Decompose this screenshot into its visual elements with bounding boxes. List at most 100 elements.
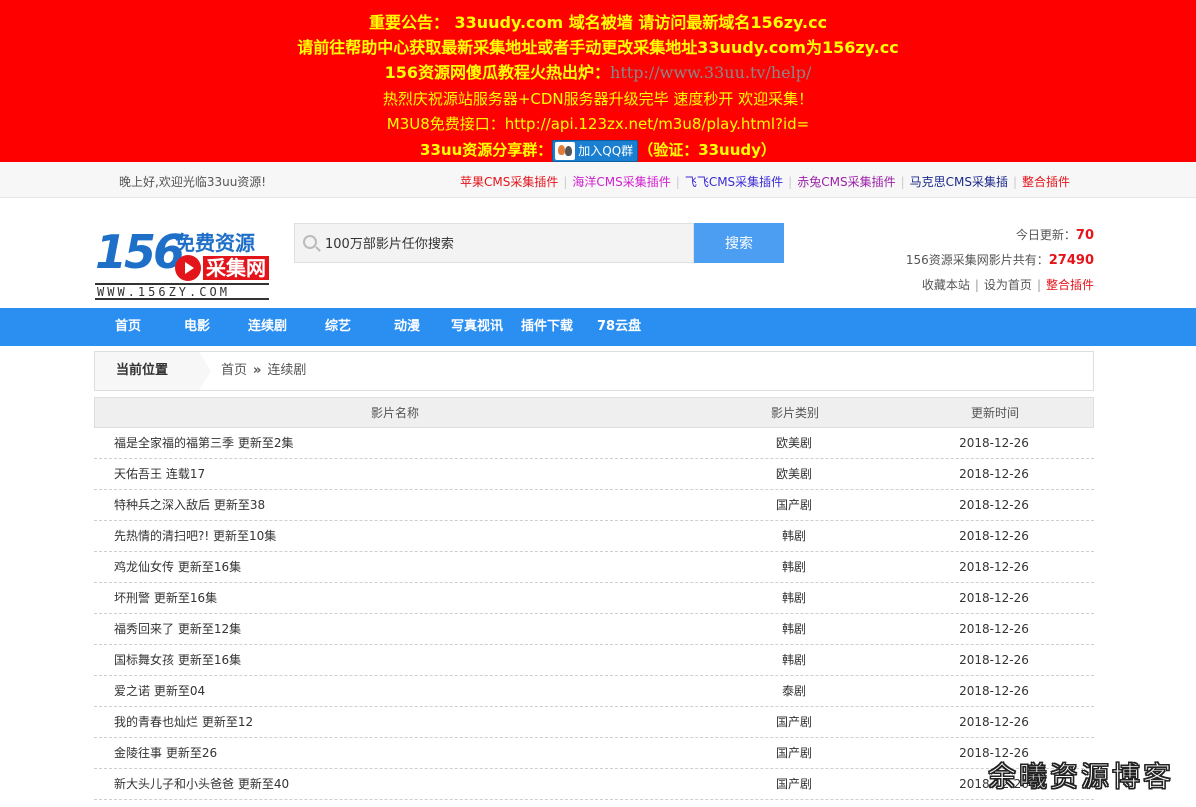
table-row: 特种兵之深入敌后 更新至38 国产剧 2018-12-26 (94, 490, 1094, 521)
notice-line-m3u8-api: M3U8免费接口：http://api.123zx.net/m3u8/play.… (386, 115, 810, 133)
divider: | (788, 175, 793, 189)
divider: | (1036, 278, 1041, 292)
link-maxcms-plugin[interactable]: 马克思CMS采集插 (910, 175, 1008, 189)
video-title-link[interactable]: 爱之诺 更新至04 (114, 684, 205, 698)
video-title-link[interactable]: 福秀回来了 更新至12集 (114, 622, 241, 636)
breadcrumb-arrow (199, 352, 211, 390)
cell-name: 福是全家福的福第三季 更新至2集 (114, 428, 293, 459)
cell-date: 2018-12-26 (959, 622, 1029, 636)
nav-78-cloud[interactable]: 78云盘 (597, 308, 641, 346)
cell-name: 我的青春也灿烂 更新至12 (114, 707, 253, 738)
video-title-link[interactable]: 国标舞女孩 更新至16集 (114, 653, 241, 667)
cell-date: 2018-12-26 (959, 498, 1029, 512)
nav-plugin-download[interactable]: 插件下载 (521, 308, 573, 346)
video-title-link[interactable]: 鸡龙仙女传 更新至16集 (114, 560, 241, 574)
video-title-link[interactable]: 新大头儿子和小头爸爸 更新至40 (114, 777, 289, 791)
cell-category: 泰剧 (781, 684, 806, 698)
table-row: 金陵往事 更新至26 国产剧 2018-12-26 (94, 738, 1094, 769)
search-input[interactable] (325, 233, 685, 255)
cell-date: 2018-12-26 (959, 467, 1029, 481)
tutorial-link[interactable]: http://www.33uu.tv/help/ (610, 63, 811, 82)
play-icon (175, 255, 201, 281)
main-nav: 首页 电影 连续剧 综艺 动漫 写真视讯 插件下载 78云盘 (0, 308, 1196, 346)
breadcrumb-separator: » (253, 363, 262, 378)
nav-movies[interactable]: 电影 (184, 308, 210, 346)
watermark: 余曦资源博客 (987, 760, 1175, 794)
video-title-link[interactable]: 特种兵之深入敌后 更新至38 (114, 498, 265, 512)
breadcrumb-current-label: 当前位置 (95, 352, 199, 390)
search-bar: 搜索 (294, 223, 784, 263)
set-homepage-link[interactable]: 设为首页 (984, 278, 1032, 292)
cell-name: 新大头儿子和小头爸爸 更新至40 (114, 769, 289, 800)
cell-name: 天佑吾王 连载17 (114, 459, 205, 490)
total-videos-label: 156资源采集网影片共有： (905, 253, 1049, 267)
nav-photo-video[interactable]: 写真视讯 (451, 308, 503, 346)
video-title-link[interactable]: 金陵往事 更新至26 (114, 746, 217, 760)
cell-name: 先热情的清扫吧?! 更新至10集 (114, 521, 276, 552)
video-title-link[interactable]: 坏刑警 更新至16集 (114, 591, 217, 605)
breadcrumb-path: 首页 » 连续剧 (221, 352, 306, 390)
cell-date: 2018-12-26 (959, 529, 1029, 543)
nav-home[interactable]: 首页 (115, 308, 141, 346)
logo-subtitle-block: 采集网 (175, 255, 271, 281)
qq-verify-text: （验证：33uudy） (638, 141, 776, 159)
header-category: 影片类别 (770, 406, 819, 420)
link-maccms-plugin[interactable]: 苹果CMS采集插件 (460, 175, 558, 189)
notice-line-server-upgrade: 热烈庆祝源站服务器+CDN服务器升级完毕 速度秒开 欢迎采集！ (382, 90, 814, 108)
breadcrumb-section[interactable]: 连续剧 (267, 363, 306, 378)
link-feifeicms-plugin[interactable]: 飞飞CMS采集插件 (685, 175, 783, 189)
cell-date: 2018-12-26 (959, 715, 1029, 729)
table-body: 福是全家福的福第三季 更新至2集 欧美剧 2018-12-26 天佑吾王 连载17 欧美… (94, 428, 1094, 800)
cell-category: 韩剧 (781, 622, 806, 636)
cell-date: 2018-12-26 (959, 591, 1029, 605)
divider: | (900, 175, 905, 189)
cell-name: 国标舞女孩 更新至16集 (114, 645, 241, 676)
nav-series[interactable]: 连续剧 (248, 308, 287, 346)
cell-category: 韩剧 (781, 591, 806, 605)
breadcrumb: 当前位置 首页 » 连续剧 (94, 351, 1094, 391)
header-name: 影片名称 (370, 406, 419, 420)
logo-subtitle: 采集网 (203, 256, 269, 280)
divider: | (675, 175, 680, 189)
cell-category: 韩剧 (781, 560, 806, 574)
nav-anime[interactable]: 动漫 (394, 308, 420, 346)
cell-category: 国产剧 (775, 498, 812, 512)
site-header: 156 免费资源 采集网 WWW.156ZY.COM 搜索 今日更新：70 15… (0, 199, 1196, 308)
today-updates: 今日更新：70 (906, 227, 1094, 252)
table-row: 福秀回来了 更新至12集 韩剧 2018-12-26 (94, 614, 1094, 645)
header-date: 更新时间 (970, 406, 1019, 420)
breadcrumb-home[interactable]: 首页 (221, 363, 247, 378)
nav-variety[interactable]: 综艺 (325, 308, 351, 346)
join-qq-group-label: 加入QQ群 (578, 143, 634, 158)
announcement-banner: 重要公告： 33uudy.com 域名被墙 请访问最新域名156zy.cc 请前… (0, 0, 1196, 162)
search-icon (303, 235, 317, 249)
top-bar: 晚上好,欢迎光临33uu资源! 苹果CMS采集插件 | 海洋CMS采集插件 | 飞飞CM… (0, 162, 1196, 198)
site-stats: 今日更新：70 156资源采集网影片共有：27490 收藏本站 | 设为首页 | 整合插… (906, 227, 1094, 302)
table-row: 鸡龙仙女传 更新至16集 韩剧 2018-12-26 (94, 552, 1094, 583)
join-qq-group-button[interactable]: 加入QQ群 (552, 139, 639, 162)
link-seacms-plugin[interactable]: 海洋CMS采集插件 (572, 175, 670, 189)
today-updates-value: 70 (1075, 228, 1094, 243)
cell-name: 爱之诺 更新至04 (114, 676, 205, 707)
table-row: 天佑吾王 连载17 欧美剧 2018-12-26 (94, 459, 1094, 490)
plugin-links: 苹果CMS采集插件 | 海洋CMS采集插件 | 飞飞CMS采集插件 | 赤兔CMS采集插件 |… (460, 173, 1070, 190)
logo-url: WWW.156ZY.COM (95, 283, 269, 300)
bookmark-link[interactable]: 收藏本站 (922, 278, 970, 292)
all-plugins-link[interactable]: 整合插件 (1046, 278, 1094, 292)
link-chitucms-plugin[interactable]: 赤兔CMS采集插件 (797, 175, 895, 189)
cell-name: 福秀回来了 更新至12集 (114, 614, 241, 645)
table-row: 爱之诺 更新至04 泰剧 2018-12-26 (94, 676, 1094, 707)
qq-icon (555, 142, 576, 160)
cell-date: 2018-12-26 (959, 653, 1029, 667)
table-row: 国标舞女孩 更新至16集 韩剧 2018-12-26 (94, 645, 1094, 676)
today-updates-label: 今日更新： (1015, 228, 1076, 242)
video-title-link[interactable]: 先热情的清扫吧?! 更新至10集 (114, 529, 276, 543)
search-box (294, 223, 694, 263)
link-all-plugins[interactable]: 整合插件 (1022, 175, 1070, 189)
video-title-link[interactable]: 天佑吾王 连载17 (114, 467, 205, 481)
site-logo[interactable]: 156 免费资源 采集网 WWW.156ZY.COM (95, 225, 271, 300)
video-title-link[interactable]: 我的青春也灿烂 更新至12 (114, 715, 253, 729)
search-button[interactable]: 搜索 (694, 223, 784, 263)
cell-name: 特种兵之深入敌后 更新至38 (114, 490, 265, 521)
video-title-link[interactable]: 福是全家福的福第三季 更新至2集 (114, 436, 293, 450)
